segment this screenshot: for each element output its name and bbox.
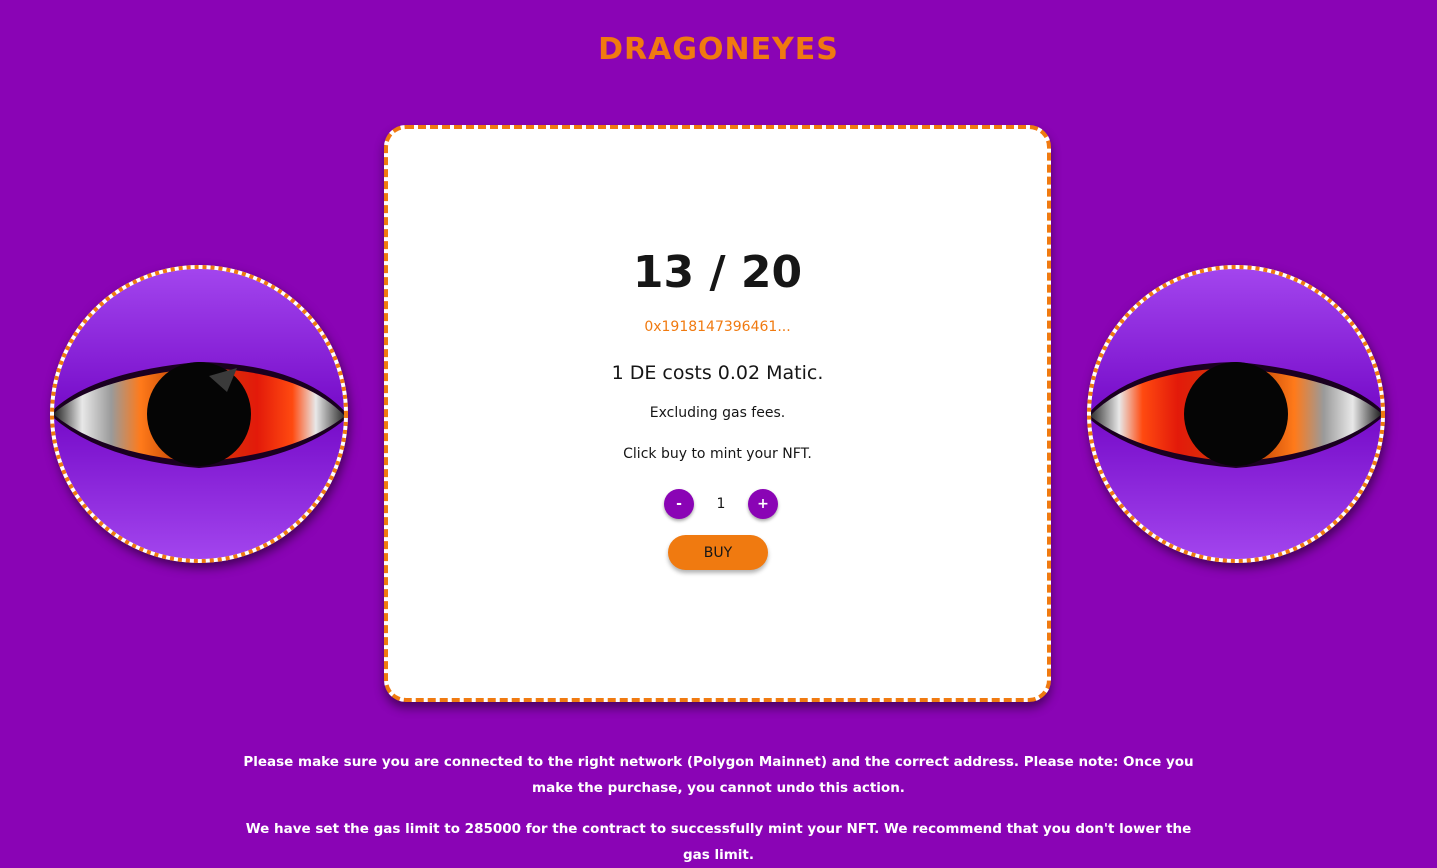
wallet-address-link[interactable]: 0x1918147396461...	[388, 319, 1047, 335]
gas-limit-notice: We have set the gas limit to 285000 for …	[245, 821, 1192, 863]
network-notice: Please make sure you are connected to th…	[243, 754, 1194, 796]
decrement-button[interactable]: -	[664, 489, 694, 519]
mint-card: 13 / 20 0x1918147396461... 1 DE costs 0.…	[384, 125, 1051, 702]
dragon-eye-right-image	[1086, 264, 1386, 564]
mint-instruction: Click buy to mint your NFT.	[623, 446, 812, 462]
increment-button[interactable]: +	[748, 489, 778, 519]
quantity-value: 1	[716, 496, 726, 512]
mint-counter: 13 / 20	[632, 247, 803, 298]
logo: DRAGONEYES	[598, 32, 839, 67]
buy-button[interactable]: BUY	[668, 535, 768, 570]
quantity-stepper: - 1 +	[664, 489, 779, 521]
gas-fee-note: Excluding gas fees.	[649, 405, 786, 421]
dragon-eye-left-image	[49, 264, 349, 564]
price-text: 1 DE costs 0.02 Matic.	[611, 362, 824, 384]
